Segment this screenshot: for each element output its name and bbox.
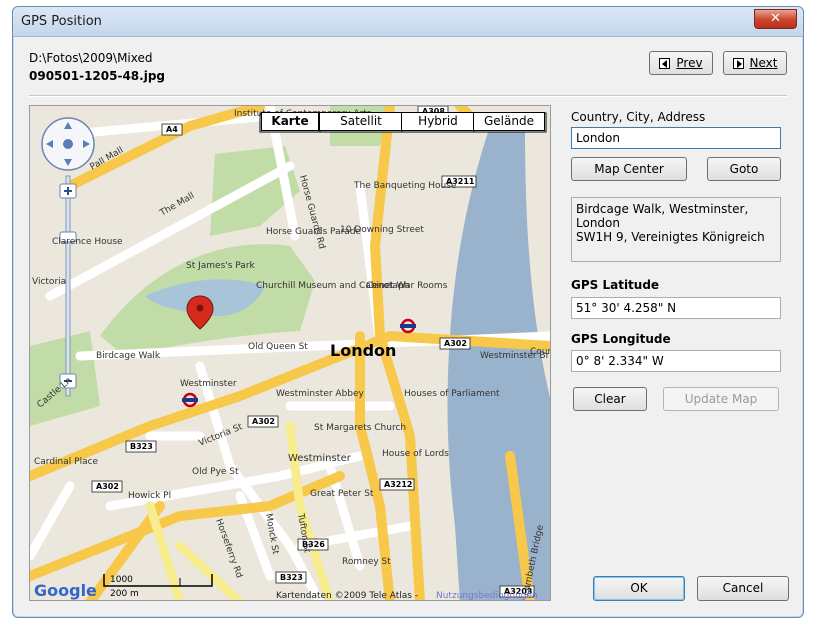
road-label: St James's Park <box>186 261 256 271</box>
file-path: D:\Fotos\2009\Mixed <box>29 51 153 65</box>
road-label: 10 Downing Street <box>340 225 424 235</box>
next-button[interactable]: Next <box>723 51 787 75</box>
search-input[interactable]: London <box>571 127 781 149</box>
road-label: Birdcage Walk <box>96 351 161 361</box>
road-label: Coun <box>530 347 551 357</box>
prev-button[interactable]: Prev <box>649 51 713 75</box>
shield-label: B323 <box>280 573 303 582</box>
road-label: Howick Pl <box>128 491 171 501</box>
road-label: Cenotaph <box>366 281 410 291</box>
file-name: 090501-1205-48.jpg <box>29 69 166 83</box>
map-view[interactable]: A4 A308 A3211 A302 A302 A302 B323 B323 B… <box>29 105 551 601</box>
terms-link: Nutzungsbedingungen <box>436 591 538 601</box>
scale-bottom-label: 200 m <box>110 589 139 599</box>
cancel-button[interactable]: Cancel <box>697 576 789 601</box>
road-label: Great Peter St <box>310 489 374 499</box>
road-label: St Margarets Church <box>314 423 406 433</box>
maptype-hybrid-button[interactable]: Hybrid <box>401 112 475 131</box>
shield-label: A302 <box>444 339 467 348</box>
road-label: Cardinal Place <box>34 457 99 467</box>
address-line-2: SW1H 9, Vereinigtes Königreich <box>576 230 765 244</box>
maptype-karte-button[interactable]: Karte <box>261 112 319 131</box>
shield-label: B323 <box>130 442 153 451</box>
road-label: Westminster Abbey <box>276 389 365 399</box>
maptype-satellit-button[interactable]: Satellit <box>319 112 403 131</box>
road-label: Romney St <box>342 557 391 567</box>
search-label: Country, City, Address <box>571 110 706 124</box>
map-attribution: Kartendaten ©2009 Tele Atlas - <box>276 591 418 601</box>
shield-label: A302 <box>252 417 275 426</box>
next-label: Next <box>749 56 778 70</box>
next-arrow-icon <box>732 57 744 69</box>
prev-arrow-icon <box>659 57 671 69</box>
longitude-field[interactable]: 0° 8' 2.334" W <box>571 350 781 372</box>
update-map-button[interactable]: Update Map <box>663 387 779 411</box>
road-label: Churchill Museum and Cabinet War Rooms <box>256 281 448 291</box>
road-label: Old Pye St <box>192 467 239 477</box>
prev-label: Prev <box>676 56 703 70</box>
road-label: Old Queen St <box>248 342 308 352</box>
map-canvas[interactable]: A4 A308 A3211 A302 A302 A302 B323 B323 B… <box>30 106 551 601</box>
window-title: GPS Position <box>21 14 102 29</box>
address-result: Birdcage Walk, Westminster, London SW1H … <box>571 197 781 262</box>
latitude-field[interactable]: 51° 30' 4.258" N <box>571 297 781 319</box>
latitude-label: GPS Latitude <box>571 278 660 292</box>
pan-hand-icon <box>63 139 73 149</box>
google-logo: Google <box>34 581 97 600</box>
shield-label: A3212 <box>384 480 412 489</box>
road-label: Victoria <box>32 277 66 287</box>
goto-button[interactable]: Goto <box>707 157 781 181</box>
map-center-button[interactable]: Map Center <box>571 157 687 181</box>
scale-top-label: 1000 <box>110 575 133 585</box>
gps-position-dialog: GPS Position ✕ D:\Fotos\2009\Mixed 09050… <box>12 6 804 618</box>
road-label: Westminster <box>180 379 237 389</box>
shield-label: A4 <box>166 125 178 134</box>
road-label: The Banqueting House <box>353 181 457 191</box>
road-label: Houses of Parliament <box>404 389 500 399</box>
clear-button[interactable]: Clear <box>573 387 647 411</box>
road-label: Clarence House <box>52 237 123 247</box>
close-button[interactable]: ✕ <box>754 9 797 29</box>
shield-label: A302 <box>96 482 119 491</box>
city-label: London <box>330 341 396 360</box>
maptype-gelande-button[interactable]: Gelände <box>473 112 545 131</box>
ok-button[interactable]: OK <box>593 576 685 601</box>
road-label: House of Lords <box>382 449 449 459</box>
header-separator <box>29 95 787 97</box>
address-line-1: Birdcage Walk, Westminster, London <box>576 202 749 230</box>
title-bar: GPS Position ✕ <box>13 7 803 37</box>
longitude-label: GPS Longitude <box>571 332 671 346</box>
road-label: Westminster <box>288 453 352 464</box>
